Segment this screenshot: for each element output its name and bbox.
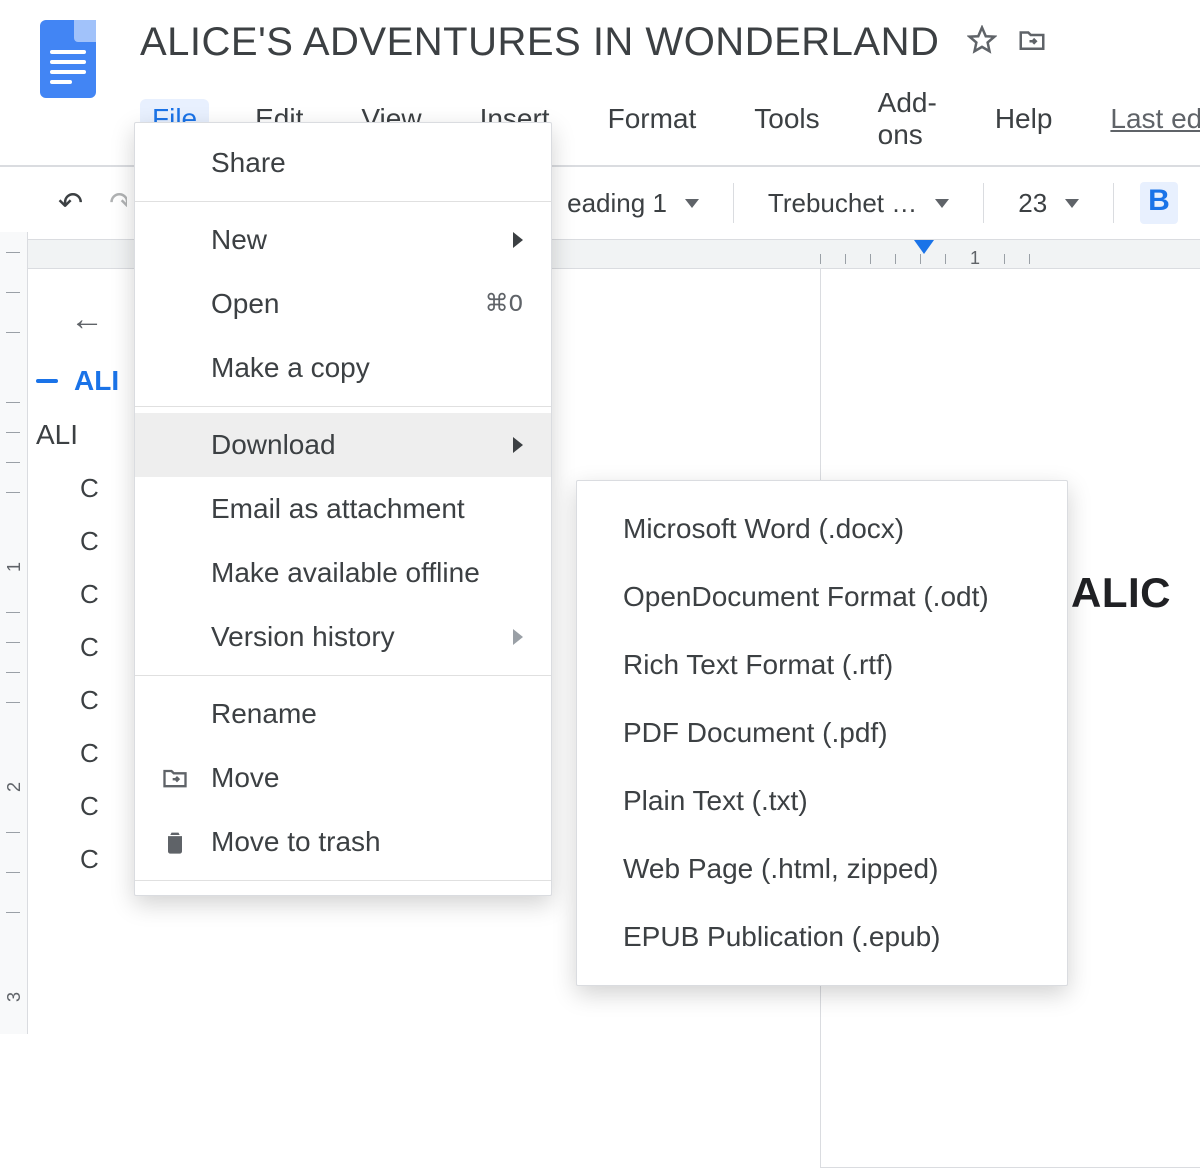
file-menu-move-to-trash[interactable]: Move to trash	[135, 810, 551, 874]
download-option-docx[interactable]: Microsoft Word (.docx)	[577, 495, 1067, 563]
download-option-html[interactable]: Web Page (.html, zipped)	[577, 835, 1067, 903]
outline-item-label: C	[80, 738, 99, 769]
file-menu-open[interactable]: Open ⌘O	[135, 272, 551, 336]
menu-item-label: New	[211, 224, 267, 256]
download-option-epub[interactable]: EPUB Publication (.epub)	[577, 903, 1067, 971]
outline-item-label: ALI	[36, 419, 78, 451]
download-option-txt[interactable]: Plain Text (.txt)	[577, 767, 1067, 835]
menu-format[interactable]: Format	[596, 99, 709, 139]
file-menu-rename[interactable]: Rename	[135, 682, 551, 746]
file-menu-make-copy[interactable]: Make a copy	[135, 336, 551, 400]
download-submenu: Microsoft Word (.docx) OpenDocument Form…	[576, 480, 1068, 986]
outline-item-label: C	[80, 844, 99, 875]
menu-shortcut: ⌘O	[485, 289, 523, 319]
menu-add-ons[interactable]: Add-ons	[866, 83, 949, 155]
docs-logo-icon[interactable]	[40, 20, 96, 98]
menu-item-label: Download	[211, 429, 336, 461]
menu-help[interactable]: Help	[983, 99, 1065, 139]
chevron-down-icon	[685, 199, 699, 208]
menu-item-label: Make a copy	[211, 352, 370, 384]
move-icon	[161, 764, 189, 792]
outline-item-label: C	[80, 791, 99, 822]
vertical-ruler[interactable]: 1 2 3	[0, 232, 28, 1034]
file-menu: Share New Open ⌘O Make a copy Download E…	[134, 122, 552, 896]
undo-icon[interactable]: ↶	[58, 186, 83, 221]
font-label: Trebuchet …	[768, 188, 917, 219]
menu-item-label: Move	[211, 762, 279, 794]
outline-item-label: C	[80, 632, 99, 663]
menu-item-label: Version history	[211, 621, 395, 653]
font-size-dropdown[interactable]: 23	[1010, 188, 1087, 219]
submenu-caret-icon	[513, 437, 523, 453]
file-menu-new[interactable]: New	[135, 208, 551, 272]
file-menu-version-history[interactable]: Version history	[135, 605, 551, 669]
star-icon[interactable]	[967, 25, 997, 60]
menu-item-label: Email as attachment	[211, 493, 465, 525]
outline-item-label: ALI	[74, 365, 119, 397]
bold-button[interactable]: B	[1140, 182, 1178, 224]
last-edit-link[interactable]: Last edit was 3	[1098, 99, 1200, 139]
font-dropdown[interactable]: Trebuchet …	[760, 188, 957, 219]
paragraph-style-label: eading 1	[567, 188, 667, 219]
download-option-odt[interactable]: OpenDocument Format (.odt)	[577, 563, 1067, 631]
menu-item-label: Make available offline	[211, 557, 480, 589]
v-ruler-number: 1	[4, 562, 25, 572]
chevron-down-icon	[935, 199, 949, 208]
outline-item-label: C	[80, 685, 99, 716]
chevron-down-icon	[1065, 199, 1079, 208]
trash-icon	[161, 828, 189, 856]
menu-item-label: Open	[211, 288, 280, 320]
file-menu-make-available-offline[interactable]: Make available offline	[135, 541, 551, 605]
menu-item-label: Share	[211, 147, 286, 179]
v-ruler-number: 3	[4, 992, 25, 1002]
download-option-pdf[interactable]: PDF Document (.pdf)	[577, 699, 1067, 767]
outline-item-label: C	[80, 526, 99, 557]
file-menu-share[interactable]: Share	[135, 131, 551, 195]
download-option-rtf[interactable]: Rich Text Format (.rtf)	[577, 631, 1067, 699]
outline-item-label: C	[80, 579, 99, 610]
file-menu-email-attachment[interactable]: Email as attachment	[135, 477, 551, 541]
file-menu-download[interactable]: Download	[135, 413, 551, 477]
file-menu-move[interactable]: Move	[135, 746, 551, 810]
ruler-number: 1	[970, 248, 980, 269]
font-size-value: 23	[1018, 188, 1047, 219]
menu-item-label: Rename	[211, 698, 317, 730]
paragraph-style-dropdown[interactable]: eading 1	[559, 188, 707, 219]
page-heading: ALIC	[1071, 569, 1171, 617]
document-title[interactable]: ALICE'S ADVENTURES IN WONDERLAND	[140, 20, 939, 65]
submenu-caret-icon	[513, 232, 523, 248]
submenu-caret-icon	[513, 629, 523, 645]
redo-icon[interactable]: ↷	[109, 186, 127, 221]
menu-item-label: Move to trash	[211, 826, 381, 858]
move-to-folder-icon[interactable]	[1017, 25, 1047, 60]
outline-item-label: C	[80, 473, 99, 504]
outline-marker-icon	[36, 379, 58, 383]
menu-tools[interactable]: Tools	[742, 99, 831, 139]
v-ruler-number: 2	[4, 782, 25, 792]
